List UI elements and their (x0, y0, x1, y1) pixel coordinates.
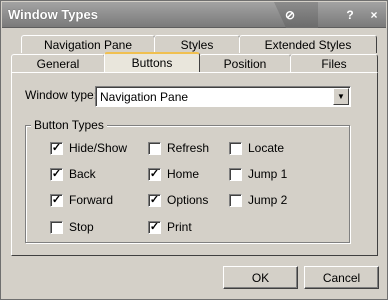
checkbox-home[interactable]: ✓ Home (148, 167, 199, 181)
tab-label: Files (321, 56, 347, 71)
checkbox-back[interactable]: ✓ Back (50, 167, 96, 181)
ok-button-label: OK (251, 270, 270, 285)
checkbox-locate[interactable]: Locate (229, 141, 284, 155)
checkbox-jump-1[interactable]: Jump 1 (229, 167, 287, 181)
checkbox-stop[interactable]: Stop (50, 220, 94, 234)
checkbox-label: Refresh (167, 141, 210, 155)
checkbox-label: Home (167, 167, 200, 181)
tab-position[interactable]: Position (199, 54, 291, 72)
tab-label: General (36, 56, 80, 71)
window-type-dropdown[interactable]: Navigation Pane ▼ (95, 86, 351, 107)
tab-navigation-pane[interactable]: Navigation Pane (21, 35, 155, 53)
tab-label: Extended Styles (264, 37, 352, 52)
chevron-down-icon[interactable]: ▼ (333, 88, 349, 105)
checkbox-label: Locate (248, 141, 285, 155)
checkbox-jump-2[interactable]: Jump 2 (229, 193, 287, 207)
checkbox-options[interactable]: ✓ Options (148, 193, 208, 207)
tab-label: Styles (180, 37, 214, 52)
checkbox-label: Jump 1 (248, 167, 288, 181)
window-types-dialog: Window Types ⊘ ? × Navigation Pane Style… (0, 0, 388, 300)
close-icon[interactable]: × (364, 5, 384, 25)
cancel-button[interactable]: Cancel (304, 266, 379, 289)
checkbox-hide-show[interactable]: ✓ Hide/Show (50, 141, 127, 155)
checkbox-box[interactable] (229, 141, 242, 155)
checkbox-label: Jump 2 (248, 193, 288, 207)
checkbox-label: Stop (69, 220, 94, 234)
checkbox-refresh[interactable]: Refresh (148, 141, 209, 155)
checkbox-label: Forward (69, 193, 114, 207)
checkbox-box[interactable]: ✓ (50, 193, 63, 207)
tab-buttons[interactable]: Buttons (104, 52, 200, 72)
checkbox-box[interactable] (229, 193, 242, 207)
checkbox-box[interactable] (50, 220, 63, 234)
tab-general[interactable]: General (11, 54, 105, 72)
tab-files[interactable]: Files (290, 54, 378, 72)
dialog-title: Window Types (8, 7, 98, 22)
checkbox-box[interactable]: ✓ (148, 220, 161, 234)
button-types-title: Button Types (31, 118, 107, 132)
tab-styles[interactable]: Styles (154, 35, 240, 53)
help-icon[interactable]: ? (340, 5, 360, 25)
checkbox-label: Options (167, 193, 209, 207)
tab-extended-styles[interactable]: Extended Styles (239, 35, 377, 53)
checkbox-print[interactable]: ✓ Print (148, 220, 192, 234)
ok-button[interactable]: OK (223, 266, 298, 289)
checkbox-box[interactable]: ✓ (50, 141, 63, 155)
title-bar[interactable]: Window Types ⊘ ? × (2, 2, 386, 28)
tab-label: Position (223, 56, 267, 71)
checkbox-box[interactable]: ✓ (148, 193, 161, 207)
checkbox-box[interactable] (148, 141, 161, 155)
window-type-label: Window type: (25, 88, 98, 102)
checkbox-label: Print (167, 220, 192, 234)
checkbox-box[interactable] (229, 167, 242, 181)
checkbox-label: Hide/Show (69, 141, 128, 155)
tab-label: Buttons (131, 56, 173, 70)
checkbox-box[interactable]: ✓ (148, 167, 161, 181)
checkbox-label: Back (69, 167, 96, 181)
tab-label: Navigation Pane (43, 37, 133, 52)
pin-icon[interactable]: ⊘ (280, 5, 300, 25)
checkbox-forward[interactable]: ✓ Forward (50, 193, 113, 207)
window-type-value: Navigation Pane (100, 90, 189, 104)
cancel-button-label: Cancel (322, 270, 361, 285)
checkbox-box[interactable]: ✓ (50, 167, 63, 181)
